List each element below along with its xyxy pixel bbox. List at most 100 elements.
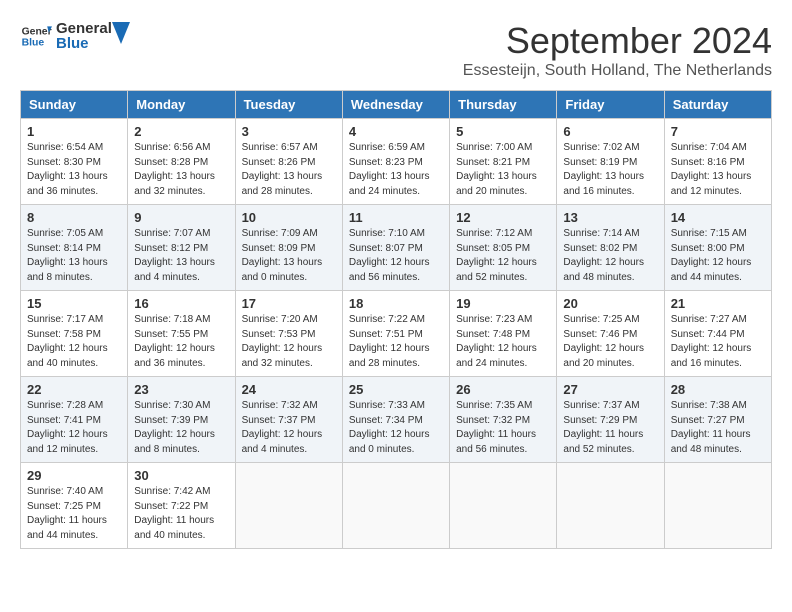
day-info: Sunrise: 7:07 AM Sunset: 8:12 PM Dayligh… <box>134 227 228 285</box>
day-info: Sunrise: 7:15 AM Sunset: 8:00 PM Dayligh… <box>671 227 765 285</box>
day-number: 28 <box>671 382 765 397</box>
week-row-4: 22Sunrise: 7:28 AM Sunset: 7:41 PM Dayli… <box>21 377 772 463</box>
day-number: 23 <box>134 382 228 397</box>
calendar-cell: 16Sunrise: 7:18 AM Sunset: 7:55 PM Dayli… <box>128 291 235 377</box>
day-info: Sunrise: 7:27 AM Sunset: 7:44 PM Dayligh… <box>671 313 765 371</box>
calendar-body: 1 Sunrise: 6:54 AM Sunset: 8:30 PM Daylig… <box>21 119 772 549</box>
week-row-3: 15Sunrise: 7:17 AM Sunset: 7:58 PM Dayli… <box>21 291 772 377</box>
day-info: Sunrise: 7:37 AM Sunset: 7:29 PM Dayligh… <box>563 399 657 457</box>
title-area: September 2024 Essesteijn, South Holland… <box>463 20 772 80</box>
logo-blue: Blue <box>56 35 89 52</box>
week-row-2: 8 Sunrise: 7:05 AM Sunset: 8:14 PM Daylig… <box>21 205 772 291</box>
day-info: Sunrise: 7:38 AM Sunset: 7:27 PM Dayligh… <box>671 399 765 457</box>
day-number: 29 <box>27 468 121 483</box>
logo-icon: General Blue <box>20 20 52 52</box>
day-number: 9 <box>134 210 228 225</box>
calendar-cell: 26 Sunrise: 7:35 AM Sunset: 7:32 PM Dayli… <box>450 377 557 463</box>
header: General Blue General Blue September 2024… <box>20 20 772 80</box>
calendar-cell: 5Sunrise: 7:00 AM Sunset: 8:21 PM Daylig… <box>450 119 557 205</box>
day-number: 13 <box>563 210 657 225</box>
calendar-cell: 18Sunrise: 7:22 AM Sunset: 7:51 PM Dayli… <box>342 291 449 377</box>
day-number: 12 <box>456 210 550 225</box>
calendar-cell: 29 Sunrise: 7:40 AM Sunset: 7:25 PM Dayli… <box>21 463 128 549</box>
day-number: 7 <box>671 124 765 139</box>
calendar-cell: 23 Sunrise: 7:30 AM Sunset: 7:39 PM Dayli… <box>128 377 235 463</box>
calendar-cell: 13Sunrise: 7:14 AM Sunset: 8:02 PM Dayli… <box>557 205 664 291</box>
month-title: September 2024 <box>463 20 772 62</box>
calendar-cell: 19Sunrise: 7:23 AM Sunset: 7:48 PM Dayli… <box>450 291 557 377</box>
day-number: 20 <box>563 296 657 311</box>
day-info: Sunrise: 7:09 AM Sunset: 8:09 PM Dayligh… <box>242 227 336 285</box>
calendar-cell: 2 Sunrise: 6:56 AM Sunset: 8:28 PM Daylig… <box>128 119 235 205</box>
day-info: Sunrise: 6:57 AM Sunset: 8:26 PM Dayligh… <box>242 141 336 199</box>
day-info: Sunrise: 7:00 AM Sunset: 8:21 PM Dayligh… <box>456 141 550 199</box>
day-info: Sunrise: 7:10 AM Sunset: 8:07 PM Dayligh… <box>349 227 443 285</box>
day-info: Sunrise: 7:30 AM Sunset: 7:39 PM Dayligh… <box>134 399 228 457</box>
day-info: Sunrise: 7:35 AM Sunset: 7:32 PM Dayligh… <box>456 399 550 457</box>
header-day-wednesday: Wednesday <box>342 91 449 119</box>
location-title: Essesteijn, South Holland, The Netherlan… <box>463 62 772 80</box>
header-day-thursday: Thursday <box>450 91 557 119</box>
day-info: Sunrise: 7:05 AM Sunset: 8:14 PM Dayligh… <box>27 227 121 285</box>
calendar-cell <box>342 463 449 549</box>
calendar-cell: 30Sunrise: 7:42 AM Sunset: 7:22 PM Dayli… <box>128 463 235 549</box>
day-number: 19 <box>456 296 550 311</box>
day-number: 10 <box>242 210 336 225</box>
day-info: Sunrise: 6:59 AM Sunset: 8:23 PM Dayligh… <box>349 141 443 199</box>
day-number: 3 <box>242 124 336 139</box>
calendar-cell: 12Sunrise: 7:12 AM Sunset: 8:05 PM Dayli… <box>450 205 557 291</box>
header-day-tuesday: Tuesday <box>235 91 342 119</box>
calendar-cell <box>450 463 557 549</box>
day-number: 1 <box>27 124 121 139</box>
day-number: 8 <box>27 210 121 225</box>
day-number: 27 <box>563 382 657 397</box>
day-number: 2 <box>134 124 228 139</box>
calendar-cell: 21Sunrise: 7:27 AM Sunset: 7:44 PM Dayli… <box>664 291 771 377</box>
header-day-friday: Friday <box>557 91 664 119</box>
day-info: Sunrise: 7:33 AM Sunset: 7:34 PM Dayligh… <box>349 399 443 457</box>
calendar-cell: 20 Sunrise: 7:25 AM Sunset: 7:46 PM Dayli… <box>557 291 664 377</box>
day-info: Sunrise: 7:17 AM Sunset: 7:58 PM Dayligh… <box>27 313 121 371</box>
day-info: Sunrise: 6:54 AM Sunset: 8:30 PM Dayligh… <box>27 141 121 199</box>
calendar-cell <box>664 463 771 549</box>
calendar-cell: 28 Sunrise: 7:38 AM Sunset: 7:27 PM Dayli… <box>664 377 771 463</box>
day-number: 22 <box>27 382 121 397</box>
calendar-cell: 1 Sunrise: 6:54 AM Sunset: 8:30 PM Daylig… <box>21 119 128 205</box>
calendar-cell: 6 Sunrise: 7:02 AM Sunset: 8:19 PM Daylig… <box>557 119 664 205</box>
day-number: 24 <box>242 382 336 397</box>
day-number: 30 <box>134 468 228 483</box>
logo: General Blue General Blue <box>20 20 130 52</box>
calendar-cell: 9 Sunrise: 7:07 AM Sunset: 8:12 PM Daylig… <box>128 205 235 291</box>
calendar-cell: 10 Sunrise: 7:09 AM Sunset: 8:09 PM Dayli… <box>235 205 342 291</box>
calendar-cell: 27 Sunrise: 7:37 AM Sunset: 7:29 PM Dayli… <box>557 377 664 463</box>
day-number: 16 <box>134 296 228 311</box>
day-info: Sunrise: 6:56 AM Sunset: 8:28 PM Dayligh… <box>134 141 228 199</box>
calendar-cell: 22Sunrise: 7:28 AM Sunset: 7:41 PM Dayli… <box>21 377 128 463</box>
day-info: Sunrise: 7:22 AM Sunset: 7:51 PM Dayligh… <box>349 313 443 371</box>
day-number: 17 <box>242 296 336 311</box>
calendar-cell: 7 Sunrise: 7:04 AM Sunset: 8:16 PM Daylig… <box>664 119 771 205</box>
day-number: 26 <box>456 382 550 397</box>
calendar-cell: 24Sunrise: 7:32 AM Sunset: 7:37 PM Dayli… <box>235 377 342 463</box>
day-number: 6 <box>563 124 657 139</box>
calendar-cell: 4 Sunrise: 6:59 AM Sunset: 8:23 PM Daylig… <box>342 119 449 205</box>
calendar-cell: 8 Sunrise: 7:05 AM Sunset: 8:14 PM Daylig… <box>21 205 128 291</box>
day-info: Sunrise: 7:02 AM Sunset: 8:19 PM Dayligh… <box>563 141 657 199</box>
calendar-cell: 25Sunrise: 7:33 AM Sunset: 7:34 PM Dayli… <box>342 377 449 463</box>
calendar-cell <box>557 463 664 549</box>
header-row: SundayMondayTuesdayWednesdayThursdayFrid… <box>21 91 772 119</box>
day-info: Sunrise: 7:25 AM Sunset: 7:46 PM Dayligh… <box>563 313 657 371</box>
calendar-cell: 17Sunrise: 7:20 AM Sunset: 7:53 PM Dayli… <box>235 291 342 377</box>
day-info: Sunrise: 7:40 AM Sunset: 7:25 PM Dayligh… <box>27 485 121 543</box>
calendar-cell: 15Sunrise: 7:17 AM Sunset: 7:58 PM Dayli… <box>21 291 128 377</box>
logo-chevron-icon <box>112 22 130 44</box>
header-day-saturday: Saturday <box>664 91 771 119</box>
header-day-sunday: Sunday <box>21 91 128 119</box>
day-info: Sunrise: 7:04 AM Sunset: 8:16 PM Dayligh… <box>671 141 765 199</box>
svg-text:General: General <box>22 26 52 37</box>
calendar-header: SundayMondayTuesdayWednesdayThursdayFrid… <box>21 91 772 119</box>
day-number: 11 <box>349 210 443 225</box>
calendar-cell: 11 Sunrise: 7:10 AM Sunset: 8:07 PM Dayli… <box>342 205 449 291</box>
day-number: 4 <box>349 124 443 139</box>
day-number: 14 <box>671 210 765 225</box>
